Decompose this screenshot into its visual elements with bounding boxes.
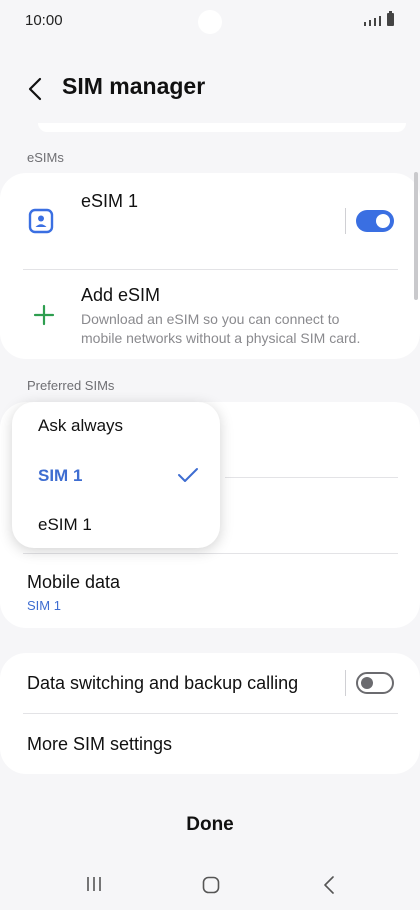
recent-apps-icon (87, 877, 101, 891)
data-switching-label: Data switching and backup calling (27, 673, 299, 693)
mobile-data-label: Mobile data (27, 572, 121, 592)
dropdown-option-esim1[interactable]: eSIM 1 (38, 515, 92, 535)
add-esim-description-line2: mobile networks without a physical SIM c… (81, 330, 361, 346)
done-button[interactable]: Done (160, 814, 260, 842)
plus-icon (33, 304, 55, 326)
status-icons (364, 11, 394, 26)
sim-select-dropdown: Ask always SIM 1 eSIM 1 (12, 402, 220, 548)
data-switching-row[interactable]: Data switching and backup calling (0, 653, 420, 713)
page-title: SIM manager (62, 73, 206, 99)
check-icon (178, 468, 198, 482)
back-button[interactable] (20, 74, 50, 104)
toggle-knob (376, 214, 390, 228)
esims-card: eSIM 1 Add eSIM Download an eSIM so you … (0, 173, 420, 359)
battery-icon (387, 11, 394, 26)
esim1-toggle[interactable] (356, 210, 394, 232)
home-icon (202, 876, 220, 894)
dropdown-option-sim1[interactable]: SIM 1 (38, 466, 82, 486)
more-sim-settings-row[interactable]: More SIM settings (0, 714, 420, 774)
add-esim-title: Add eSIM (81, 285, 161, 305)
toggle-knob (361, 677, 373, 689)
mobile-data-row[interactable]: Mobile data SIM 1 (0, 554, 420, 628)
scrolled-card-edge (38, 123, 406, 132)
esim1-label: eSIM 1 (81, 191, 139, 211)
add-esim-description-line1: Download an eSIM so you can connect to (81, 311, 340, 327)
scrollbar[interactable] (414, 172, 418, 300)
sim-card-icon (28, 208, 54, 234)
divider (225, 477, 398, 478)
toggle-separator (345, 670, 346, 696)
status-time: 10:00 (25, 12, 63, 29)
front-camera (198, 10, 222, 34)
esim1-row[interactable]: eSIM 1 (0, 173, 420, 269)
back-arrow-icon (324, 876, 334, 894)
more-sim-settings-label: More SIM settings (27, 734, 173, 754)
data-switching-toggle[interactable] (356, 672, 394, 694)
section-label-preferred-sims: Preferred SIMs (27, 378, 115, 393)
home-button[interactable] (202, 876, 220, 894)
chevron-left-icon (28, 77, 42, 101)
add-esim-row[interactable]: Add eSIM Download an eSIM so you can con… (0, 270, 420, 359)
nav-back-button[interactable] (322, 876, 336, 894)
toggle-separator (345, 208, 346, 234)
recent-apps-button[interactable] (86, 876, 102, 892)
more-options-card: Data switching and backup calling More S… (0, 653, 420, 774)
section-label-esims: eSIMs (27, 150, 64, 165)
signal-icon (364, 22, 366, 26)
dropdown-option-ask-always[interactable]: Ask always (38, 416, 123, 436)
mobile-data-value: SIM 1 (27, 598, 61, 613)
